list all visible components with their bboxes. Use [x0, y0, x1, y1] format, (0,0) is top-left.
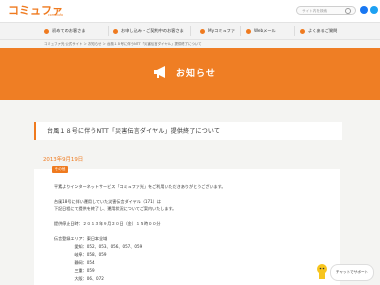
article-title-box: 台風１８号に伴うNTT「災害伝言ダイヤル」提供終了について	[34, 122, 342, 140]
site-header: コミュファ commufa サイト内を検索	[0, 0, 380, 22]
article-line: 静岡：054	[54, 260, 95, 265]
search-input[interactable]: サイト内を検索	[296, 6, 356, 15]
article-line: 下記日程にて提供を終了し、運用状況についてご案内いたします。	[54, 206, 177, 211]
article-line: 岐阜：058、059	[54, 252, 107, 257]
article-line: 大阪：06、072	[54, 276, 104, 281]
article-line: 三重：059	[54, 268, 95, 273]
facebook-icon[interactable]	[360, 6, 368, 14]
search-placeholder: サイト内を検索	[302, 9, 328, 13]
global-nav: 初めてのお客さま お申し込み・ご契約中のお客さま Myコミュファ Webメール …	[0, 22, 380, 40]
category-badge: その他	[52, 166, 68, 173]
twitter-icon[interactable]	[370, 6, 378, 14]
article-date: 2013年9月19日	[43, 157, 84, 163]
megaphone-icon	[154, 66, 165, 78]
article-title: 台風１８号に伴うNTT「災害伝言ダイヤル」提供終了について	[47, 128, 221, 135]
nav-item-contract[interactable]: お申し込み・ご契約中のお客さま	[113, 23, 184, 39]
nav-item-my-commufa[interactable]: Myコミュファ	[200, 23, 235, 39]
logo-subtitle: commufa	[48, 13, 64, 17]
nav-item-faq[interactable]: よくあるご質問	[300, 23, 337, 39]
chat-support-button[interactable]: チャットでサポート	[330, 264, 374, 281]
nav-item-first-time[interactable]: 初めてのお客さま	[44, 23, 86, 39]
user-icon	[200, 28, 205, 34]
mascot-icon[interactable]	[316, 262, 328, 280]
nav-divider	[294, 26, 295, 36]
page-title: お知らせ	[176, 69, 216, 79]
article-line: 平素よりインターネットサービス「コミュファ光」をご利用いただきありがとうございま…	[54, 184, 226, 189]
breadcrumb[interactable]: コミュファ光 公式サイト ＞ お知らせ ＞ 台風１８号に伴うNTT「災害伝言ダイ…	[44, 41, 202, 46]
nav-divider	[190, 26, 191, 36]
nav-divider	[240, 26, 241, 36]
document-icon	[113, 28, 118, 34]
article-line: 提供停止日時：２０１３年９月２０日（金）１５時００分	[54, 221, 161, 226]
article-line: 愛知：052、053、056、057、059	[54, 244, 143, 249]
article-line: 台風18号に伴い運用していた災害伝言ダイヤル（171）は	[54, 199, 161, 204]
article-line: 伝言登録エリア：東日本全域	[54, 236, 108, 241]
person-icon	[44, 28, 49, 34]
nav-item-webmail[interactable]: Webメール	[246, 23, 276, 39]
mail-icon	[246, 28, 251, 34]
question-icon	[300, 28, 305, 34]
search-icon[interactable]	[345, 8, 351, 14]
nav-divider	[108, 26, 109, 36]
